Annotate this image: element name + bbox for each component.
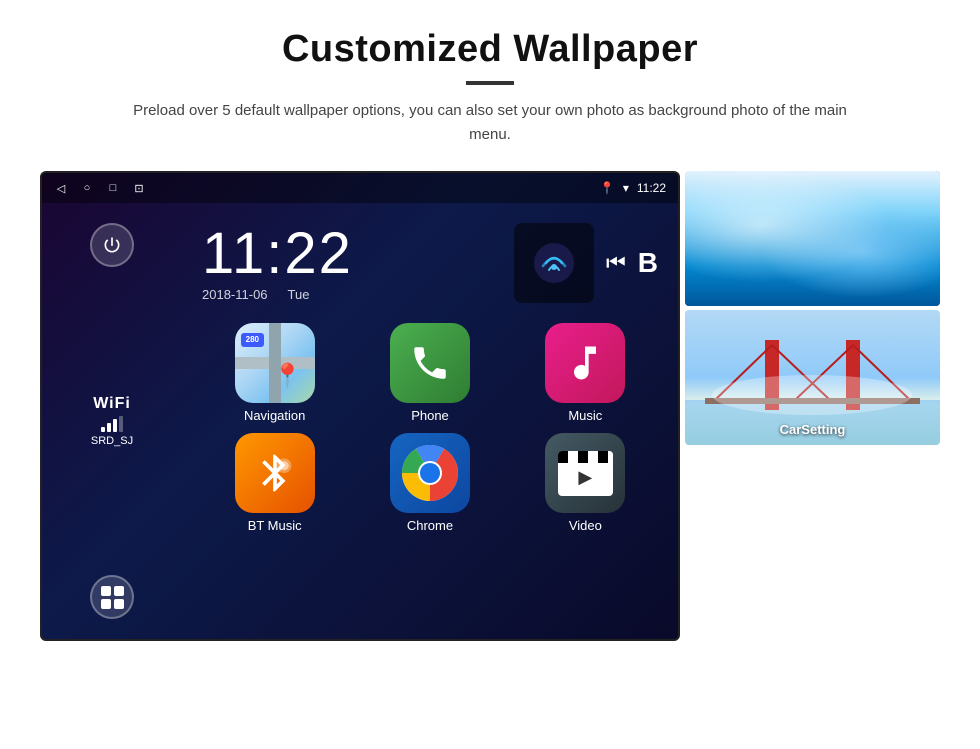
bt-svg xyxy=(253,451,297,495)
play-triangle: ▶ xyxy=(578,467,592,488)
clock-day-value: Tue xyxy=(288,287,310,302)
back-arrow-icon[interactable]: ◁ xyxy=(54,181,68,195)
wallpaper-thumb-ice[interactable] xyxy=(685,171,940,306)
apps-dot-4 xyxy=(114,599,124,609)
ice-svg xyxy=(685,171,940,306)
apps-button[interactable] xyxy=(90,575,134,619)
carsetting-label: CarSetting xyxy=(685,422,940,437)
app-grid: 280 📍 Navigation Phone xyxy=(182,313,678,543)
app-item-music[interactable]: Music xyxy=(513,323,658,423)
app-item-phone[interactable]: Phone xyxy=(357,323,502,423)
apps-dot-1 xyxy=(101,586,111,596)
image-icon[interactable]: ⊡ xyxy=(132,181,146,195)
video-icon: ▶ xyxy=(545,433,625,513)
power-button[interactable] xyxy=(90,223,134,267)
page-description: Preload over 5 default wallpaper options… xyxy=(130,99,850,147)
bt-music-icon xyxy=(235,433,315,513)
phone-svg xyxy=(409,342,451,384)
clock-date: 2018-11-06 Tue xyxy=(202,287,353,302)
clock-area: 11:22 2018-11-06 Tue xyxy=(182,203,678,313)
nav-pin-icon: 📍 xyxy=(273,365,303,389)
clock-date-value: 2018-11-06 xyxy=(202,287,268,302)
status-bar: ◁ ○ □ ⊡ 📍 ▾ 11:22 xyxy=(42,173,678,203)
wifi-bar-2 xyxy=(107,423,111,432)
wifi-bar-1 xyxy=(101,427,105,432)
chrome-icon xyxy=(390,433,470,513)
wifi-label: WiFi xyxy=(91,395,133,413)
wifi-icon: ▾ xyxy=(623,181,629,195)
clock-block: 11:22 2018-11-06 Tue xyxy=(202,225,353,302)
wallpaper-thumb-bridge[interactable]: CarSetting xyxy=(685,310,940,445)
page-title: Customized Wallpaper xyxy=(282,28,698,71)
wifi-info: WiFi SRD_SJ xyxy=(91,395,133,447)
left-sidebar: WiFi SRD_SJ xyxy=(42,203,182,639)
clock-time: 11:22 xyxy=(202,225,353,283)
prev-button[interactable]: ⏮ xyxy=(606,250,626,276)
nav-badge: 280 xyxy=(241,333,264,347)
phone-icon xyxy=(390,323,470,403)
screen-wrapper: ◁ ○ □ ⊡ 📍 ▾ 11:22 WiFi xyxy=(40,171,940,641)
nav-badge-number: 280 xyxy=(246,335,259,345)
chrome-label: Chrome xyxy=(407,518,453,533)
apps-grid-icon xyxy=(101,586,124,609)
media-widgets: ⏮ B xyxy=(514,223,658,303)
main-content: 11:22 2018-11-06 Tue xyxy=(182,203,678,639)
app-item-bt-music[interactable]: BT Music xyxy=(202,433,347,533)
media-widget-main[interactable] xyxy=(514,223,594,303)
music-svg xyxy=(563,341,607,385)
video-label: Video xyxy=(569,518,602,533)
wifi-network: SRD_SJ xyxy=(91,435,133,447)
phone-label: Phone xyxy=(411,408,449,423)
wifi-bar-4 xyxy=(119,416,123,432)
music-label: Music xyxy=(568,408,602,423)
status-bar-right: 📍 ▾ 11:22 xyxy=(600,181,666,195)
status-bar-left: ◁ ○ □ ⊡ xyxy=(54,181,146,195)
music-icon xyxy=(545,323,625,403)
wifi-bars xyxy=(91,416,133,432)
navigation-icon: 280 📍 xyxy=(235,323,315,403)
power-icon xyxy=(102,235,122,255)
cast-icon xyxy=(532,241,576,285)
square-icon[interactable]: □ xyxy=(106,181,120,195)
apps-dot-2 xyxy=(114,586,124,596)
title-divider xyxy=(466,81,514,85)
app-item-chrome[interactable]: Chrome xyxy=(357,433,502,533)
wifi-bar-3 xyxy=(113,419,117,432)
wallpaper-panels: CarSetting xyxy=(685,171,940,445)
ice-background xyxy=(685,171,940,306)
app-item-navigation[interactable]: 280 📍 Navigation xyxy=(202,323,347,423)
android-screen: ◁ ○ □ ⊡ 📍 ▾ 11:22 WiFi xyxy=(40,171,680,641)
bt-music-label: BT Music xyxy=(248,518,302,533)
navigation-label: Navigation xyxy=(244,408,305,423)
app-item-video[interactable]: ▶ Video xyxy=(513,433,658,533)
video-clap: ▶ xyxy=(558,451,613,496)
chrome-svg xyxy=(402,445,458,501)
location-icon: 📍 xyxy=(600,181,615,195)
title-letter: B xyxy=(638,247,658,279)
home-circle-icon[interactable]: ○ xyxy=(80,181,94,195)
clap-stripes xyxy=(558,451,613,463)
status-time: 11:22 xyxy=(637,181,666,195)
apps-dot-3 xyxy=(101,599,111,609)
